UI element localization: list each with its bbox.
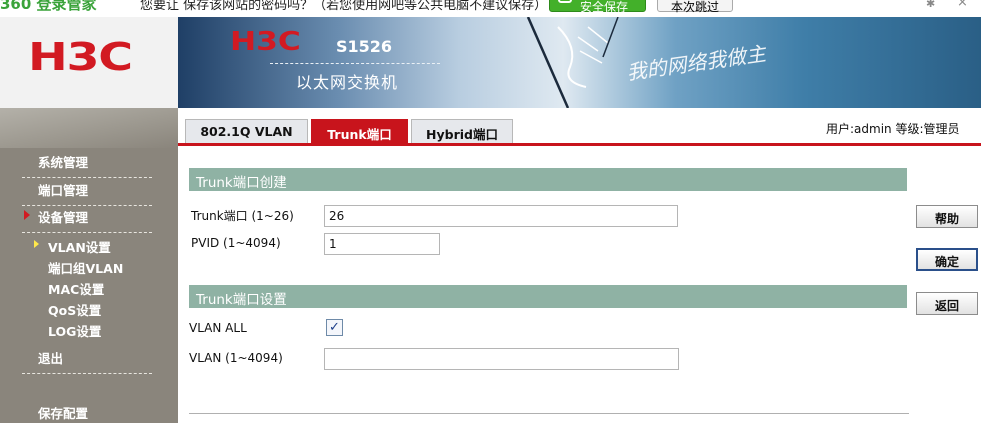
banner-brand: H3C bbox=[230, 27, 301, 57]
sidebar-item-label: 端口管理 bbox=[38, 183, 89, 198]
banner-slogan: 我的网络我做主 bbox=[625, 41, 768, 85]
sidebar-item-system[interactable]: 系统管理 bbox=[22, 152, 152, 178]
key-icon bbox=[558, 0, 572, 3]
sidebar-header-strip bbox=[0, 108, 178, 148]
sidebar-item-save-config[interactable]: 保存配置 bbox=[22, 403, 152, 422]
notification-brand: 360 登录管家 bbox=[0, 0, 97, 13]
user-info: 用户:admin 等级:管理员 bbox=[826, 122, 960, 136]
banner-subtitle: 以太网交换机 bbox=[296, 73, 399, 92]
password-save-notification-bar: 360 登录管家 您要让 保存该网站的密码吗？（若您使用网吧等公共电脑不建议保存… bbox=[0, 0, 981, 17]
sidebar-subitem-vlan[interactable]: VLAN设置 bbox=[34, 237, 111, 256]
vlan-all-checkbox[interactable]: ✓ bbox=[326, 319, 343, 336]
trunk-port-input[interactable] bbox=[324, 205, 678, 227]
active-arrow-icon bbox=[24, 210, 30, 220]
banner-model: S1526 bbox=[336, 37, 393, 56]
close-icon[interactable]: × bbox=[957, 0, 968, 10]
sidebar-item-label: 退出 bbox=[38, 351, 64, 366]
sidebar-item-label: 设备管理 bbox=[38, 210, 89, 225]
logo-area: H3C bbox=[0, 17, 178, 108]
help-button[interactable]: 帮助 bbox=[916, 205, 978, 228]
header-banner: H3C S1526 以太网交换机 我的网络我做主 bbox=[178, 17, 981, 108]
tab-underline bbox=[178, 143, 981, 146]
sidebar-item-label: 保存配置 bbox=[38, 406, 89, 421]
pvid-input[interactable] bbox=[324, 233, 440, 255]
form-bottom-divider bbox=[189, 413, 909, 414]
banner-divider bbox=[270, 63, 440, 64]
tab-trunk-port[interactable]: Trunk端口 bbox=[311, 119, 408, 143]
sidebar-item-logout[interactable]: 退出 bbox=[22, 348, 152, 374]
safe-save-label: 安全保存 bbox=[580, 0, 629, 14]
notification-message: 您要让 保存该网站的密码吗？（若您使用网吧等公共电脑不建议保存） bbox=[140, 0, 548, 13]
vlan-range-input[interactable] bbox=[324, 348, 679, 370]
h3c-logo: H3C bbox=[28, 35, 133, 79]
sidebar-subitem-mac[interactable]: MAC设置 bbox=[48, 279, 104, 298]
sidebar-item-device[interactable]: 设备管理 bbox=[22, 207, 152, 233]
confirm-button[interactable]: 确定 bbox=[916, 248, 978, 271]
vlan-all-label: VLAN ALL bbox=[189, 321, 247, 335]
vlan-range-label: VLAN (1~4094) bbox=[189, 351, 283, 365]
tab-8021q-vlan[interactable]: 802.1Q VLAN bbox=[185, 119, 308, 143]
tab-hybrid-port[interactable]: Hybrid端口 bbox=[411, 119, 513, 143]
trunk-create-section-title: Trunk端口创建 bbox=[189, 168, 907, 191]
back-button[interactable]: 返回 bbox=[916, 292, 978, 315]
pvid-label: PVID (1~4094) bbox=[191, 236, 281, 250]
trunk-settings-section-title: Trunk端口设置 bbox=[189, 285, 907, 308]
safe-save-button[interactable]: 安全保存 bbox=[549, 0, 646, 14]
sidebar-subitem-port-group-vlan[interactable]: 端口组VLAN bbox=[48, 258, 123, 277]
cable-sketch-icon bbox=[526, 17, 619, 108]
sidebar-subitem-qos[interactable]: QoS设置 bbox=[48, 300, 101, 319]
checkmark-icon: ✓ bbox=[329, 320, 340, 335]
sidebar-subitem-log[interactable]: LOG设置 bbox=[48, 321, 101, 340]
sidebar-item-port[interactable]: 端口管理 bbox=[22, 180, 152, 206]
trunk-port-label: Trunk端口 (1~26) bbox=[191, 209, 294, 223]
skip-this-time-button[interactable]: 本次跳过 bbox=[657, 0, 733, 14]
sidebar-subitem-label: VLAN设置 bbox=[48, 240, 111, 255]
sidebar-item-label: 系统管理 bbox=[38, 155, 89, 170]
pin-icon[interactable]: ✱ bbox=[926, 0, 935, 10]
current-arrow-icon bbox=[34, 240, 39, 248]
